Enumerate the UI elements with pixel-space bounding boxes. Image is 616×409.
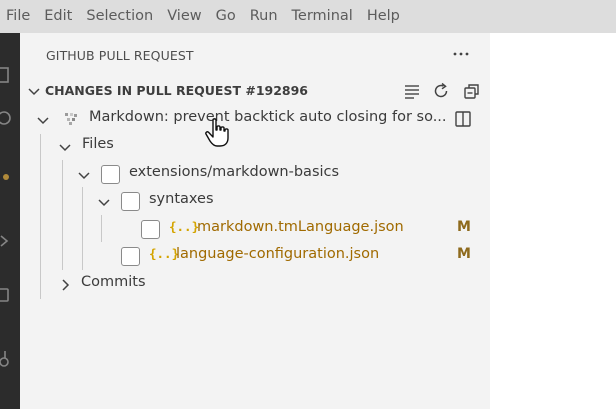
modified-badge: M [457, 246, 471, 262]
menu-terminal[interactable]: Terminal [285, 0, 360, 33]
file-name: markdown.tmLanguage.json [197, 219, 404, 235]
folder-name: extensions/markdown-basics [129, 164, 340, 180]
subfolder-name: syntaxes [149, 191, 214, 207]
changes-section-header[interactable]: CHANGES IN PULL REQUEST #192896 [20, 78, 490, 104]
subfolder-checkbox[interactable] [121, 192, 140, 211]
menu-go[interactable]: Go [209, 0, 243, 33]
file-checkbox[interactable] [141, 220, 160, 239]
activity-bar [0, 33, 20, 409]
collapse-all-icon[interactable] [463, 82, 481, 100]
chevron-down-icon [57, 139, 73, 155]
menu-file[interactable]: File [0, 0, 37, 33]
open-split-view-icon[interactable] [454, 110, 472, 128]
list-view-icon[interactable] [403, 82, 421, 100]
menu-run[interactable]: Run [243, 0, 285, 33]
menu-bar: File Edit Selection View Go Run Terminal… [0, 0, 616, 33]
menu-help[interactable]: Help [360, 0, 407, 33]
chevron-down-icon [76, 167, 92, 183]
tree-item-files[interactable]: Files [20, 133, 490, 160]
explorer-icon[interactable] [0, 65, 12, 85]
chevron-down-icon [35, 112, 51, 128]
pull-request-title: Markdown: prevent backtick auto closing … [89, 109, 447, 125]
menu-edit[interactable]: Edit [37, 0, 79, 33]
tree-item-subfolder[interactable]: syntaxes [20, 188, 490, 215]
panel-title: GITHUB PULL REQUEST [46, 48, 194, 63]
chevron-down-icon [96, 194, 112, 210]
menu-view[interactable]: View [160, 0, 208, 33]
section-title: CHANGES IN PULL REQUEST #192896 [45, 83, 309, 98]
source-control-icon[interactable] [0, 167, 12, 187]
editor-area [490, 33, 616, 409]
pull-request-row[interactable]: Markdown: prevent backtick auto closing … [20, 106, 490, 133]
files-label: Files [82, 136, 114, 152]
chevron-down-icon [26, 83, 42, 99]
tree-item-folder[interactable]: extensions/markdown-basics [20, 161, 490, 188]
refresh-icon[interactable] [432, 82, 450, 100]
file-checkbox[interactable] [121, 247, 140, 266]
chevron-right-icon [57, 277, 73, 293]
author-avatar-icon [64, 111, 78, 125]
hand-cursor-icon [204, 117, 232, 149]
tree-item-commits[interactable]: Commits [20, 271, 490, 298]
commits-label: Commits [81, 274, 146, 290]
folder-checkbox[interactable] [101, 165, 120, 184]
json-file-icon: {..} [149, 246, 180, 261]
pull-request-sidebar: GITHUB PULL REQUEST CHANGES IN PULL REQU… [20, 33, 490, 409]
json-file-icon: {..} [169, 219, 200, 234]
github-icon[interactable] [0, 349, 12, 369]
ellipsis-icon[interactable] [452, 45, 470, 63]
search-icon[interactable] [0, 109, 12, 129]
extensions-icon[interactable] [0, 285, 12, 305]
tree-item-file[interactable]: {..} markdown.tmLanguage.json M [20, 216, 490, 243]
menu-selection[interactable]: Selection [79, 0, 160, 33]
modified-badge: M [457, 219, 471, 235]
file-name: language-configuration.json [176, 246, 380, 262]
run-debug-icon[interactable] [0, 231, 12, 251]
tree-item-file[interactable]: {..} language-configuration.json M [20, 243, 490, 270]
